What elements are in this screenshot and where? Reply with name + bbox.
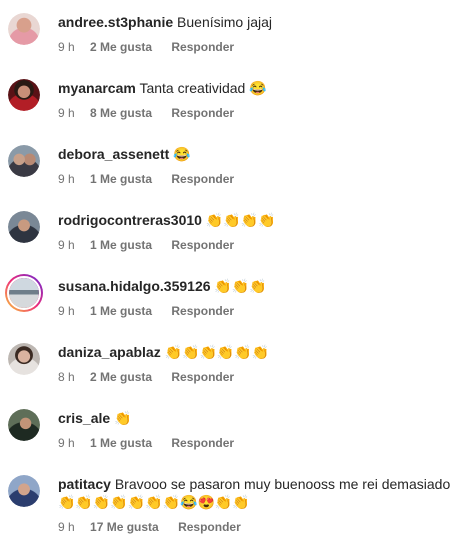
comment-text: 👏👏👏👏 bbox=[205, 212, 276, 228]
avatar[interactable] bbox=[8, 211, 40, 243]
comment-text: Buenísimo jajaj bbox=[177, 14, 272, 30]
reply-button[interactable]: Responder bbox=[178, 520, 241, 534]
comment-text: 👏 bbox=[114, 410, 132, 426]
comment-likes[interactable]: 8 Me gusta bbox=[90, 106, 152, 120]
comment-username[interactable]: patitacy bbox=[58, 476, 111, 492]
comment-username[interactable]: cris_ale bbox=[58, 410, 110, 426]
comment-likes[interactable]: 1 Me gusta bbox=[90, 304, 152, 318]
comment-username[interactable]: susana.hidalgo.359126 bbox=[58, 278, 211, 294]
comment-likes[interactable]: 1 Me gusta bbox=[90, 238, 152, 252]
reply-button[interactable]: Responder bbox=[171, 304, 234, 318]
comment-username[interactable]: rodrigocontreras3010 bbox=[58, 212, 202, 228]
comment-time[interactable]: 9 h bbox=[58, 436, 75, 450]
reply-button[interactable]: Responder bbox=[171, 40, 234, 54]
comment-time[interactable]: 9 h bbox=[58, 520, 75, 534]
comment-text: 😂 bbox=[173, 146, 191, 162]
avatar[interactable] bbox=[8, 13, 40, 45]
comment-time[interactable]: 9 h bbox=[58, 40, 75, 54]
comment-text: 👏👏👏👏👏👏 bbox=[164, 344, 270, 360]
comment-username[interactable]: daniza_apablaz bbox=[58, 344, 161, 360]
comment-text-continued: 👏👏👏👏👏👏👏😂😍👏👏 bbox=[58, 494, 250, 510]
comment-likes[interactable]: 1 Me gusta bbox=[90, 172, 152, 186]
comment-text: Tanta creatividad 😂 bbox=[139, 80, 267, 96]
reply-button[interactable]: Responder bbox=[171, 238, 234, 252]
reply-button[interactable]: Responder bbox=[171, 436, 234, 450]
comment-likes[interactable]: 2 Me gusta bbox=[90, 40, 152, 54]
reply-button[interactable]: Responder bbox=[171, 106, 234, 120]
reply-button[interactable]: Responder bbox=[171, 370, 234, 384]
reply-button[interactable]: Responder bbox=[171, 172, 234, 186]
comment-time[interactable]: 8 h bbox=[58, 370, 75, 384]
avatar[interactable] bbox=[8, 79, 40, 111]
avatar[interactable] bbox=[8, 475, 40, 507]
comment-time[interactable]: 9 h bbox=[58, 238, 75, 252]
comment-text: Bravooo se pasaron muy buenooss me rei d… bbox=[114, 476, 451, 492]
avatar[interactable] bbox=[8, 343, 40, 375]
comment-time[interactable]: 9 h bbox=[58, 172, 75, 186]
comment-text: 👏👏👏 bbox=[214, 278, 267, 294]
comment-username[interactable]: myanarcam bbox=[58, 80, 136, 96]
comment-time[interactable]: 9 h bbox=[58, 106, 75, 120]
comment-likes[interactable]: 2 Me gusta bbox=[90, 370, 152, 384]
avatar[interactable] bbox=[8, 145, 40, 177]
avatar[interactable] bbox=[8, 409, 40, 441]
avatar[interactable] bbox=[5, 274, 43, 312]
comment-time[interactable]: 9 h bbox=[58, 304, 75, 318]
comment-username[interactable]: debora_assenett bbox=[58, 146, 169, 162]
comment-likes[interactable]: 1 Me gusta bbox=[90, 436, 152, 450]
comment-username[interactable]: andree.st3phanie bbox=[58, 14, 173, 30]
comment-likes[interactable]: 17 Me gusta bbox=[90, 520, 159, 534]
